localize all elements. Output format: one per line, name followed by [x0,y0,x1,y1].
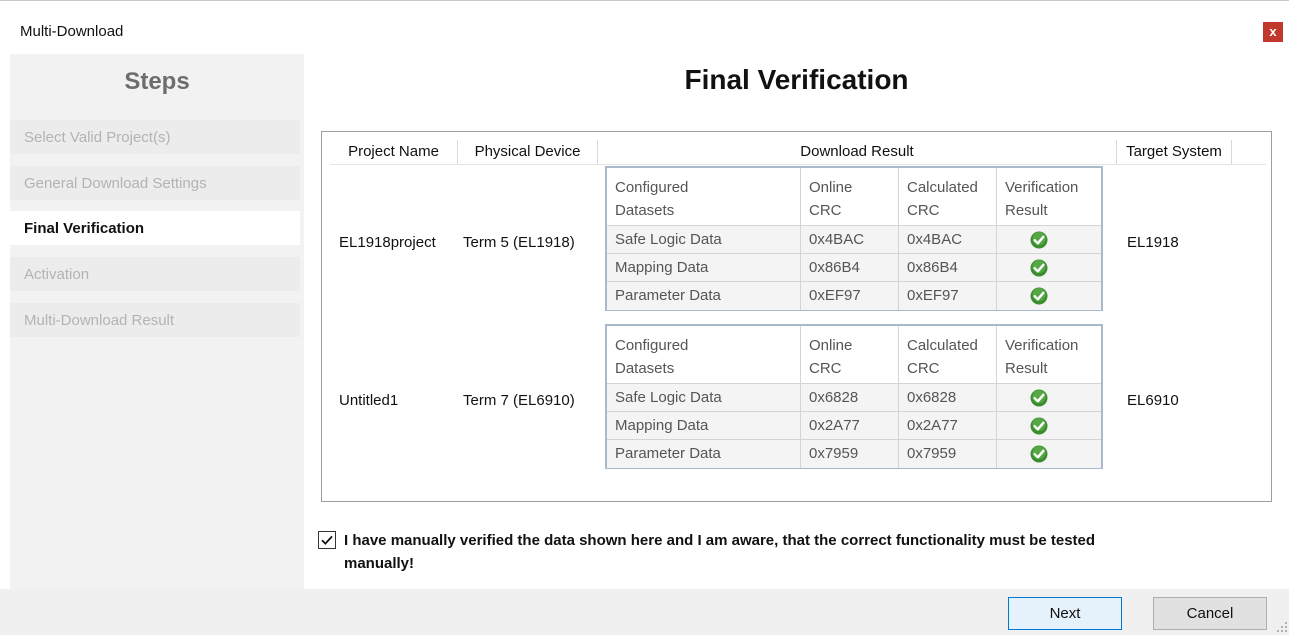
next-button[interactable]: Next [1008,597,1122,630]
verification-result [996,282,1101,310]
step-multi-download-result[interactable]: Multi-Download Result [10,303,300,337]
header-project-name[interactable]: Project Name [330,140,457,164]
title-bar: Multi-Download x [0,1,1289,53]
online-crc: 0x4BAC [800,226,898,254]
verification-table: Project Name Physical Device Download Re… [321,131,1272,502]
check-circle-icon [1030,259,1048,277]
grid-header-verification-result: Verification Result [996,326,1101,383]
grid-header-calculated-crc: Calculated CRC [898,168,996,225]
dataset-name: Mapping Data [615,417,709,434]
manual-verification-checkbox[interactable] [318,531,336,549]
check-circle-icon [1030,389,1048,407]
physical-device-cell[interactable]: Term 5 (EL1918) [463,234,575,251]
verification-result [996,384,1101,412]
header-divider [1231,140,1232,164]
project-name-cell[interactable]: Untitled1 [339,392,398,409]
step-final-verification[interactable]: Final Verification [10,211,300,245]
calculated-crc: 0x4BAC [898,226,996,254]
grid-header-configured-datasets: Configured Datasets [615,337,689,377]
calculated-crc: 0x7959 [898,440,996,468]
header-underline [330,164,1266,165]
step-label: Final Verification [24,220,145,237]
online-crc: 0xEF97 [800,282,898,310]
calculated-crc: 0x6828 [898,384,996,412]
verification-result [996,440,1101,468]
header-physical-device[interactable]: Physical Device [458,140,597,164]
dataset-name: Parameter Data [615,445,721,462]
online-crc: 0x2A77 [800,412,898,440]
grid-header-online-crc: Online CRC [800,326,898,383]
grid-header-configured-datasets: Configured Datasets [615,179,689,219]
grid-header-row: Configured Datasets Online CRC Calculated C… [607,168,1101,225]
download-result-grid: Configured Datasets Online CRC Calculated C… [605,166,1103,311]
step-label: General Download Settings [24,175,207,192]
target-system-cell[interactable]: EL1918 [1127,234,1179,251]
check-circle-icon [1030,417,1048,435]
step-label: Select Valid Project(s) [24,129,171,146]
online-crc: 0x6828 [800,384,898,412]
dataset-name: Mapping Data [615,259,709,276]
dataset-name: Safe Logic Data [615,389,722,406]
step-select-valid-projects[interactable]: Select Valid Project(s) [10,120,300,154]
grid-header-row: Configured Datasets Online CRC Calculated C… [607,326,1101,383]
header-download-result[interactable]: Download Result [598,140,1116,164]
verification-result [996,226,1101,254]
online-crc: 0x86B4 [800,254,898,282]
dataset-row[interactable]: Mapping Data 0x86B4 0x86B4 [607,253,1101,282]
check-circle-icon [1030,231,1048,249]
steps-sidebar: Steps Select Valid Project(s) General Do… [10,54,304,589]
calculated-crc: 0x86B4 [898,254,996,282]
target-system-cell[interactable]: EL6910 [1127,392,1179,409]
cancel-button[interactable]: Cancel [1153,597,1267,630]
close-button[interactable]: x [1263,22,1283,42]
verification-result [996,412,1101,440]
step-label: Multi-Download Result [24,312,175,329]
grid-header-verification-result: Verification Result [996,168,1101,225]
check-circle-icon [1030,287,1048,305]
dataset-row[interactable]: Parameter Data 0x7959 0x7959 [607,439,1101,468]
checkmark-icon [321,535,333,545]
page-title: Final Verification [684,64,909,95]
dataset-name: Safe Logic Data [615,231,722,248]
dataset-row[interactable]: Parameter Data 0xEF97 0xEF97 [607,281,1101,310]
calculated-crc: 0x2A77 [898,412,996,440]
resize-grip-icon[interactable] [1277,622,1287,632]
window-title: Multi-Download [20,23,124,40]
verification-result [996,254,1101,282]
steps-title: Steps [124,68,190,95]
step-label: Activation [24,266,90,283]
physical-device-cell[interactable]: Term 7 (EL6910) [463,392,575,409]
dataset-row[interactable]: Safe Logic Data 0x4BAC 0x4BAC [607,225,1101,254]
download-result-grid: Configured Datasets Online CRC Calculated C… [605,324,1103,469]
step-activation[interactable]: Activation [10,257,300,291]
check-circle-icon [1030,445,1048,463]
step-general-download-settings[interactable]: General Download Settings [10,166,300,200]
project-name-cell[interactable]: EL1918project [339,234,436,251]
manual-verification-label[interactable]: I have manually verified the data shown … [344,529,1244,575]
dataset-name: Parameter Data [615,287,721,304]
dataset-row[interactable]: Mapping Data 0x2A77 0x2A77 [607,411,1101,440]
grid-header-calculated-crc: Calculated CRC [898,326,996,383]
online-crc: 0x7959 [800,440,898,468]
dataset-row[interactable]: Safe Logic Data 0x6828 0x6828 [607,383,1101,412]
grid-header-online-crc: Online CRC [800,168,898,225]
calculated-crc: 0xEF97 [898,282,996,310]
header-target-system[interactable]: Target System [1117,140,1231,164]
